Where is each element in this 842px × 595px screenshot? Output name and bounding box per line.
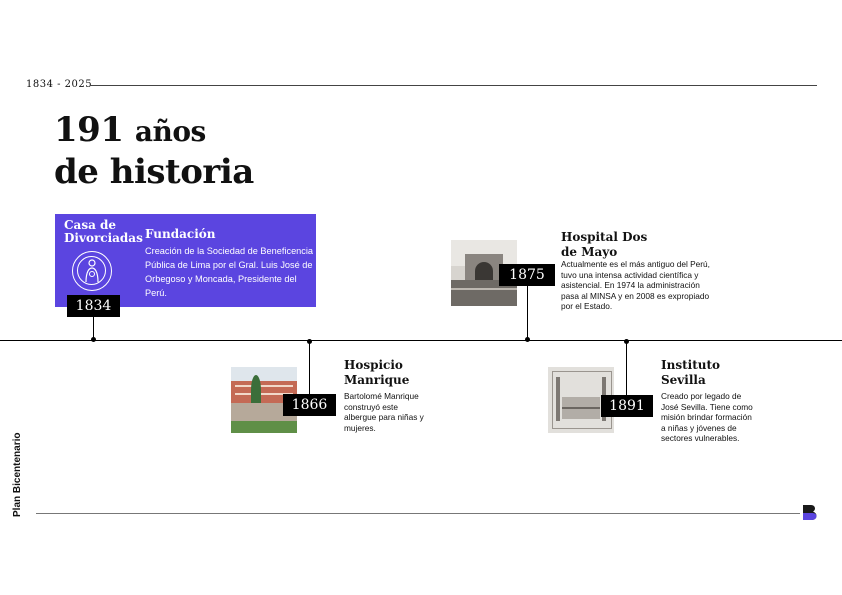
title-number: 191	[54, 110, 124, 150]
org-name: Casa de Divorciadas	[64, 218, 143, 245]
year-badge-1891: 1891	[601, 395, 653, 417]
year-badge-1875: 1875	[499, 264, 555, 286]
founding-description: Creación de la Sociedad de Beneficencia …	[145, 246, 314, 298]
founding-card: Casa de Divorciadas Fundación Creación d…	[55, 214, 316, 307]
marker-1834	[91, 337, 96, 342]
title-line2: de historia	[54, 152, 254, 192]
title-word: años	[134, 115, 206, 148]
founding-heading: Fundación	[145, 227, 216, 241]
year-badge-1866: 1866	[283, 394, 336, 416]
timeline-axis	[0, 340, 842, 341]
footer-divider	[36, 513, 800, 514]
marker-1866	[307, 339, 312, 344]
instituto-description: Creado por legado de José Sevilla. Tiene…	[661, 391, 753, 443]
page-title: 191 años de historia	[54, 110, 254, 192]
year-range: 1834 - 2025	[26, 79, 93, 90]
hospital-heading: Hospital Dos de Mayo	[561, 230, 648, 259]
header-divider	[90, 85, 817, 86]
hospital-description: Actualmente es el más antiguo del Perú, …	[561, 259, 710, 311]
hospicio-description: Bartolomé Manrique construyó este alberg…	[344, 391, 424, 433]
connector-1875	[527, 286, 528, 340]
plan-bicentenario-b-icon	[803, 505, 817, 520]
sidebar-label: Plan Bicentenario	[12, 432, 23, 517]
beneficence-seal-icon	[72, 251, 112, 291]
year-badge-1834: 1834	[67, 295, 120, 317]
instituto-heading: Instituto Sevilla	[661, 358, 721, 387]
marker-1891	[624, 339, 629, 344]
connector-1866	[309, 341, 310, 394]
marker-1875	[525, 337, 530, 342]
connector-1891	[626, 341, 627, 395]
hospicio-heading: Hospicio Manrique	[344, 358, 410, 387]
